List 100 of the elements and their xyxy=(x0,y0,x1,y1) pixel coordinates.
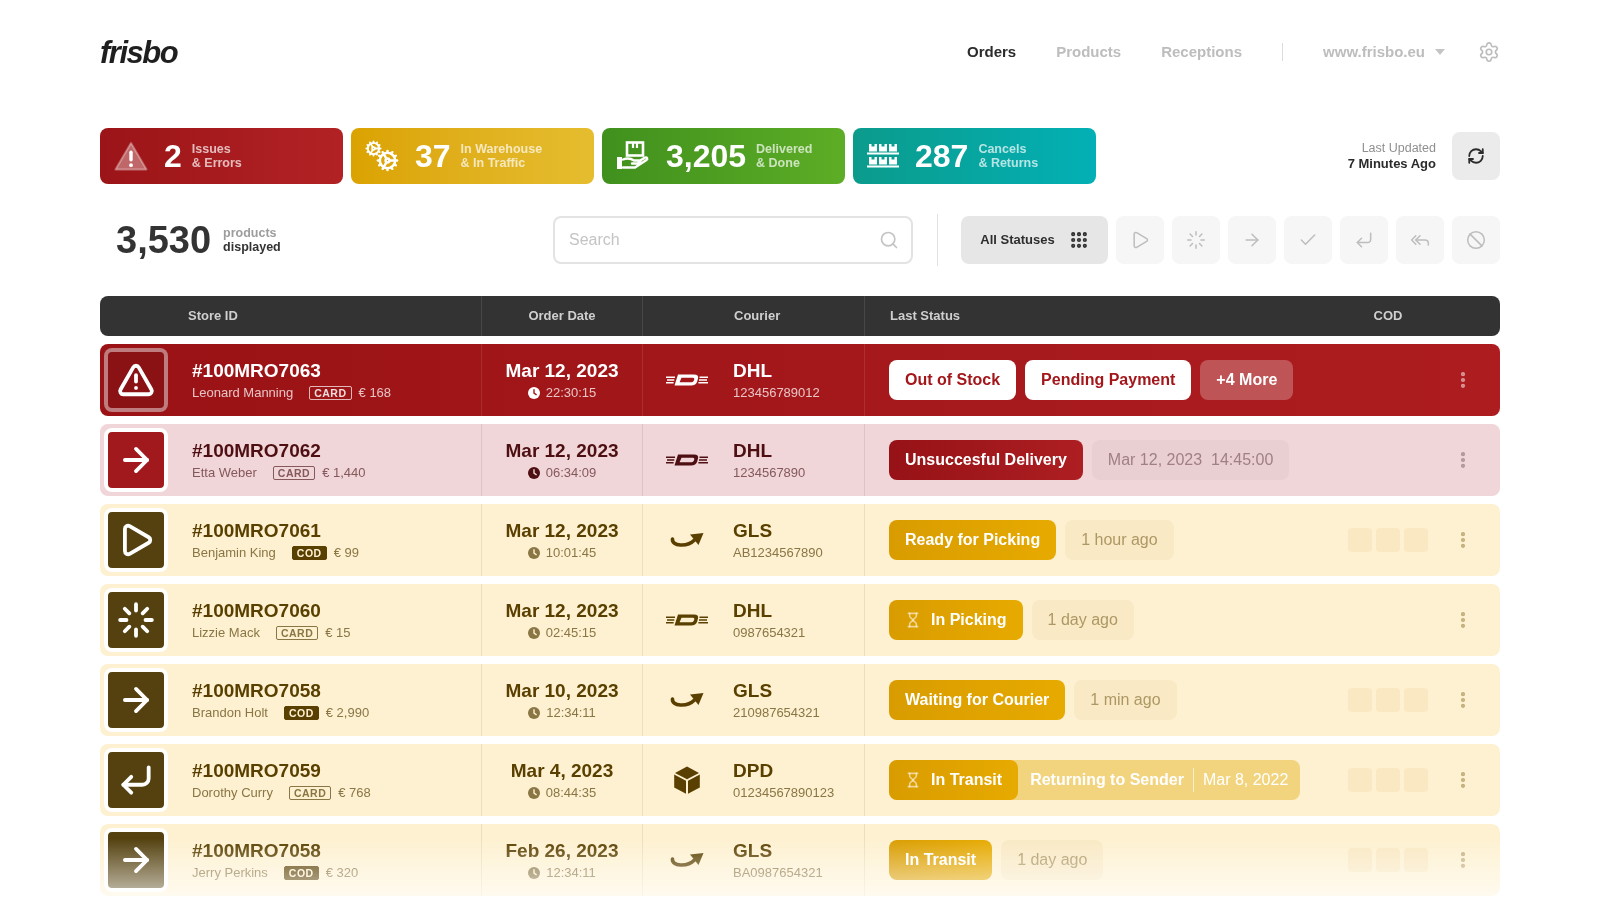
tracking-number[interactable]: 123456789012 xyxy=(733,383,820,402)
clock-icon xyxy=(528,706,541,719)
striped-logo-icon xyxy=(666,614,708,626)
clock-icon xyxy=(527,386,540,399)
stat-label: In Warehouse xyxy=(460,142,543,156)
swoosh-arrow-icon xyxy=(670,532,704,548)
order-amount: € 15 xyxy=(325,623,351,642)
search-field[interactable]: Search xyxy=(553,216,913,264)
order-row[interactable]: #100MRO7060 Lizzie Mack CARD € 15 Mar 12, 2023 02:45:15 DHL 0987654321 In Picking 1 day ago xyxy=(100,584,1500,656)
filter-button[interactable] xyxy=(1340,216,1388,264)
return-date: Mar 8, 2022 xyxy=(1202,770,1289,790)
status-time: Mar 12, 2023 14:45:00 xyxy=(1091,440,1290,480)
clock-icon xyxy=(527,786,540,799)
swoosh-arrow-icon xyxy=(670,692,704,708)
status-tag: Ready for Picking xyxy=(889,520,1057,560)
payment-badge: CARD xyxy=(275,625,319,640)
order-date: Mar 10, 2023 xyxy=(505,678,619,703)
order-id[interactable]: #100MRO7058 xyxy=(192,838,359,863)
order-id[interactable]: #100MRO7062 xyxy=(192,438,366,463)
filter-button[interactable] xyxy=(1452,216,1500,264)
tracking-number[interactable]: AB1234567890 xyxy=(733,543,823,562)
courier-name: DHL xyxy=(733,358,774,383)
order-time: 02:45:15 xyxy=(545,623,597,642)
order-row[interactable]: #100MRO7058 Jerry Perkins COD € 320 Feb 26, 2023 12:34:11 GLS BA0987654321 In Transit 1 day ago xyxy=(100,824,1500,896)
filter-button[interactable] xyxy=(1396,216,1444,264)
cube-icon xyxy=(673,765,701,795)
stat-sublabel: & In Traffic xyxy=(460,156,527,170)
filter-button[interactable] xyxy=(1228,216,1276,264)
customer-name: Jerry Perkins xyxy=(192,863,268,882)
order-id[interactable]: #100MRO7060 xyxy=(192,598,351,623)
order-date: Mar 12, 2023 xyxy=(505,518,619,543)
swoosh-arrow-icon xyxy=(670,852,704,868)
logo[interactable]: frisbo xyxy=(100,36,178,68)
column-header[interactable]: Store ID xyxy=(188,306,238,326)
order-id[interactable]: #100MRO7061 xyxy=(192,518,359,543)
order-time: 22:30:15 xyxy=(545,383,597,402)
settings-icon[interactable] xyxy=(1478,41,1500,63)
last-updated-label: Last Updated xyxy=(1361,141,1436,156)
order-id[interactable]: #100MRO7059 xyxy=(192,758,371,783)
column-header[interactable]: Courier xyxy=(734,306,781,326)
payment-badge: COD xyxy=(291,545,327,560)
gears-icon xyxy=(365,140,399,172)
status-time: 1 hour ago xyxy=(1065,520,1174,560)
order-row[interactable]: #100MRO7059 Dorothy Curry CARD € 768 Mar 4, 2023 08:44:35 DPD 01234567890123 In Transit Returning to Sender Mar 8, 2022 xyxy=(100,744,1500,816)
refresh-button[interactable] xyxy=(1452,132,1500,180)
status-tag: In Picking xyxy=(889,600,1023,640)
order-row[interactable]: #100MRO7061 Benjamin King COD € 99 Mar 12, 2023 10:01:45 GLS AB1234567890 Ready for Picking 1 hour ago xyxy=(100,504,1500,576)
stat-count: 3,205 xyxy=(666,140,747,172)
order-row[interactable]: #100MRO7058 Brandon Holt COD € 2,990 Mar 10, 2023 12:34:11 GLS 210987654321 Waiting for Courier 1 min ago xyxy=(100,664,1500,736)
filter-button[interactable] xyxy=(1172,216,1220,264)
order-row[interactable]: #100MRO7062 Etta Weber CARD € 1,440 Mar 12, 2023 06:34:09 DHL 1234567890 Unsuccesful Delivery Mar 12, 2023 14:45:00 xyxy=(100,424,1500,496)
order-date: Mar 12, 2023 xyxy=(505,358,619,383)
status-time: 1 min ago xyxy=(1074,680,1177,720)
grid-dots-icon xyxy=(1068,230,1089,250)
column-header[interactable]: COD xyxy=(1373,306,1403,326)
stat-sublabel: & Errors xyxy=(191,156,242,170)
spinner-icon xyxy=(1186,230,1206,250)
order-amount: € 99 xyxy=(333,543,359,562)
order-time: 10:01:45 xyxy=(545,543,597,562)
courier-name: DHL xyxy=(733,438,774,463)
count-sublabel: displayed xyxy=(223,240,281,254)
nav-link[interactable]: Orders xyxy=(966,40,1017,64)
tracking-number[interactable]: 0987654321 xyxy=(733,623,806,642)
column-header[interactable]: Last Status xyxy=(890,306,961,326)
filter-button[interactable] xyxy=(1284,216,1332,264)
customer-name: Brandon Holt xyxy=(192,703,268,722)
order-amount: € 768 xyxy=(338,783,371,802)
status-filter-button[interactable]: All Statuses xyxy=(961,216,1108,264)
clock-icon xyxy=(527,626,540,639)
status-tag: In Transit xyxy=(889,760,1019,800)
customer-name: Leonard Manning xyxy=(192,383,294,402)
status-tag: Unsuccesful Delivery xyxy=(889,440,1083,480)
more-statuses-button[interactable]: +4 More xyxy=(1200,360,1294,400)
status-tag: Pending Payment xyxy=(1025,360,1192,400)
stat-sublabel: & Done xyxy=(756,156,801,170)
product-count: 3,530 xyxy=(116,221,212,259)
stat-label: Cancels xyxy=(978,142,1028,156)
search-icon xyxy=(879,230,899,250)
customer-name: Dorothy Curry xyxy=(192,783,273,802)
status-tag: Out of Stock xyxy=(889,360,1017,400)
stat-label: Issues xyxy=(191,142,232,156)
order-amount: € 2,990 xyxy=(325,703,370,722)
stat-sublabel: & Returns xyxy=(978,156,1039,170)
status-tag: Waiting for Courier xyxy=(889,680,1066,720)
order-time: 12:34:11 xyxy=(546,863,596,882)
count-label: products xyxy=(223,226,278,240)
column-header[interactable]: Order Date xyxy=(528,306,596,326)
filter-button[interactable] xyxy=(1116,216,1164,264)
customer-name: Lizzie Mack xyxy=(192,623,260,642)
order-id[interactable]: #100MRO7063 xyxy=(192,358,392,383)
tracking-number[interactable]: 01234567890123 xyxy=(733,783,835,802)
tracking-number[interactable]: 1234567890 xyxy=(733,463,806,482)
shelf-boxes-icon xyxy=(867,142,899,170)
tracking-number[interactable]: 210987654321 xyxy=(733,703,820,722)
order-row[interactable]: #100MRO7063 Leonard Manning CARD € 168 Mar 12, 2023 22:30:15 DHL 123456789012 Out of Stock Pending Payment +4 More xyxy=(100,344,1500,416)
courier-name: DPD xyxy=(733,758,775,783)
payment-badge: CARD xyxy=(288,785,332,800)
order-time: 06:34:09 xyxy=(545,463,597,482)
order-id[interactable]: #100MRO7058 xyxy=(192,678,370,703)
order-time: 12:34:11 xyxy=(546,703,596,722)
